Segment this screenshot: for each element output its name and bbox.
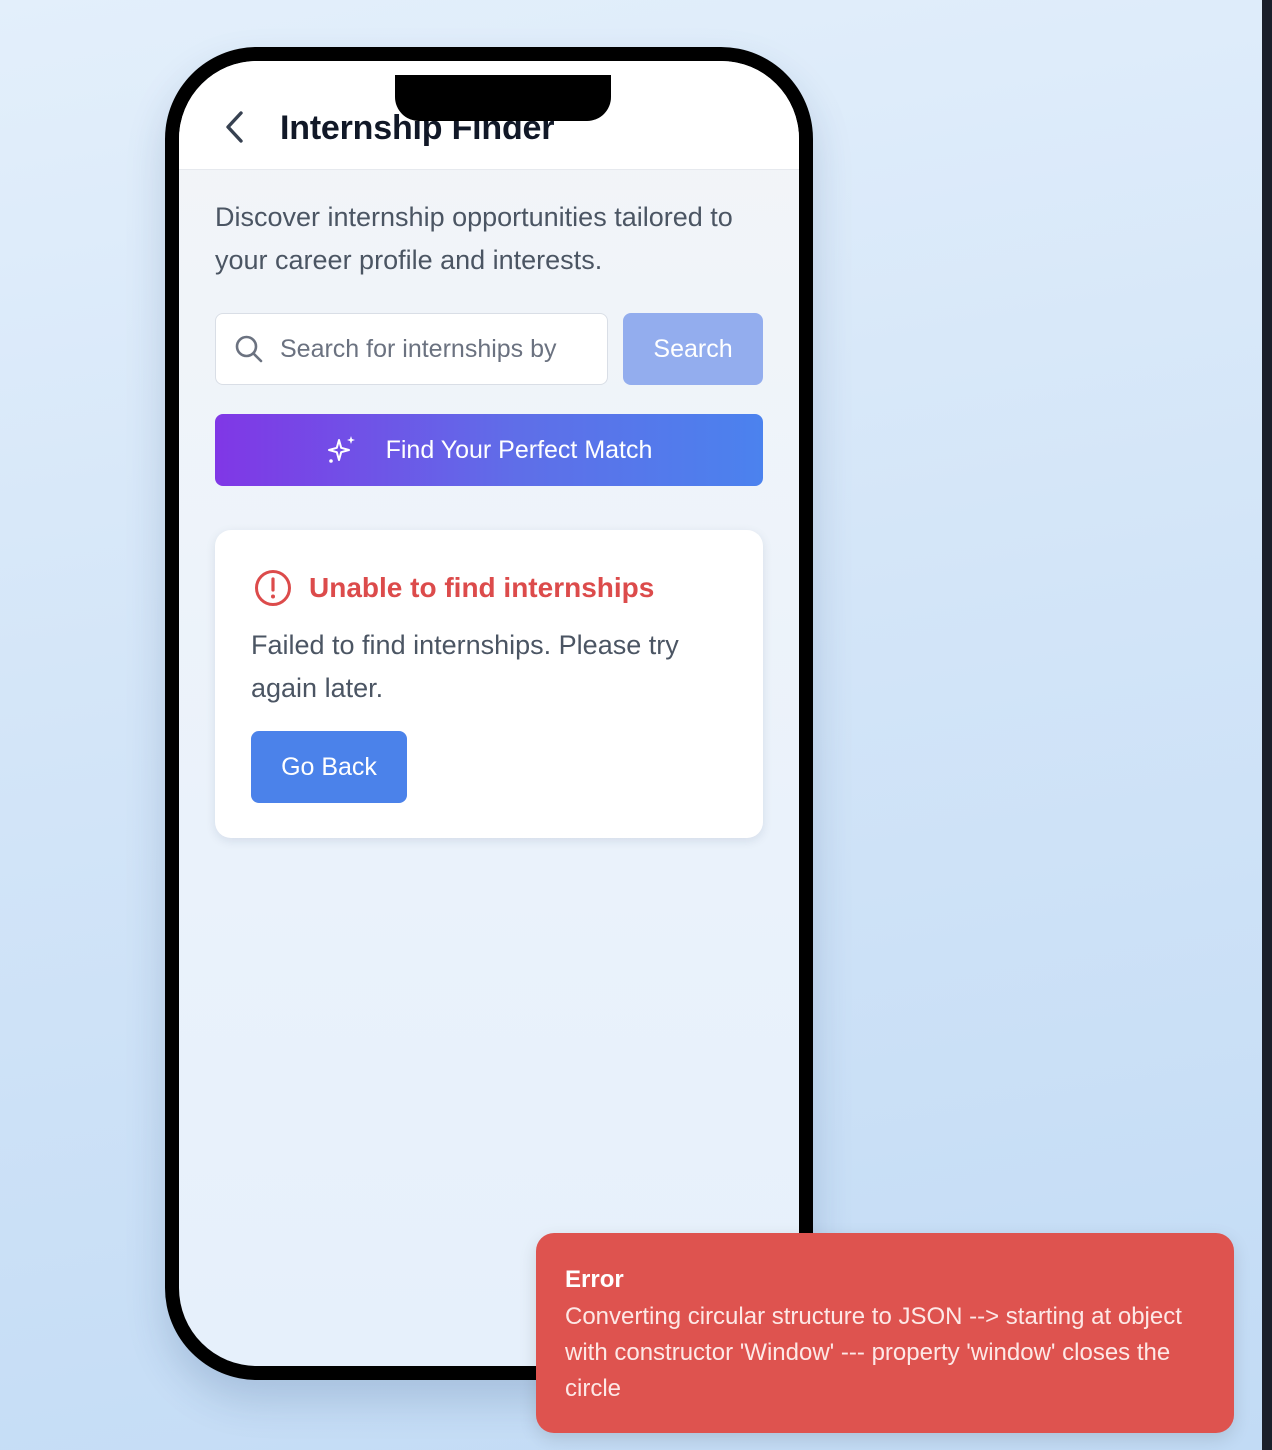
back-button[interactable] <box>217 107 253 147</box>
go-back-button[interactable]: Go Back <box>251 731 407 803</box>
window-edge <box>1262 0 1272 1450</box>
chevron-left-icon <box>226 111 243 143</box>
error-card: Unable to find internships Failed to fin… <box>215 530 763 838</box>
phone-screen: Internship Finder Discover internship op… <box>179 61 799 1366</box>
intro-text: Discover internship opportunities tailor… <box>215 202 733 275</box>
find-perfect-match-label: Find Your Perfect Match <box>385 435 653 464</box>
error-message: Failed to find internships. Please try a… <box>251 630 679 703</box>
search-field[interactable] <box>215 313 608 385</box>
search-input[interactable] <box>280 314 595 384</box>
alert-circle-icon <box>255 570 291 606</box>
error-title: Unable to find internships <box>309 572 655 603</box>
find-perfect-match-button[interactable]: Find Your Perfect Match <box>215 414 763 486</box>
toast-title: Error <box>565 1266 624 1293</box>
sparkles-icon <box>327 436 355 463</box>
search-button[interactable]: Search <box>623 313 763 385</box>
search-icon <box>235 335 263 363</box>
error-toast: Error Converting circular structure to J… <box>536 1233 1234 1433</box>
toast-message: Converting circular structure to JSON --… <box>565 1303 1182 1402</box>
phone-notch <box>395 75 611 121</box>
phone-frame: Internship Finder Discover internship op… <box>165 47 813 1380</box>
